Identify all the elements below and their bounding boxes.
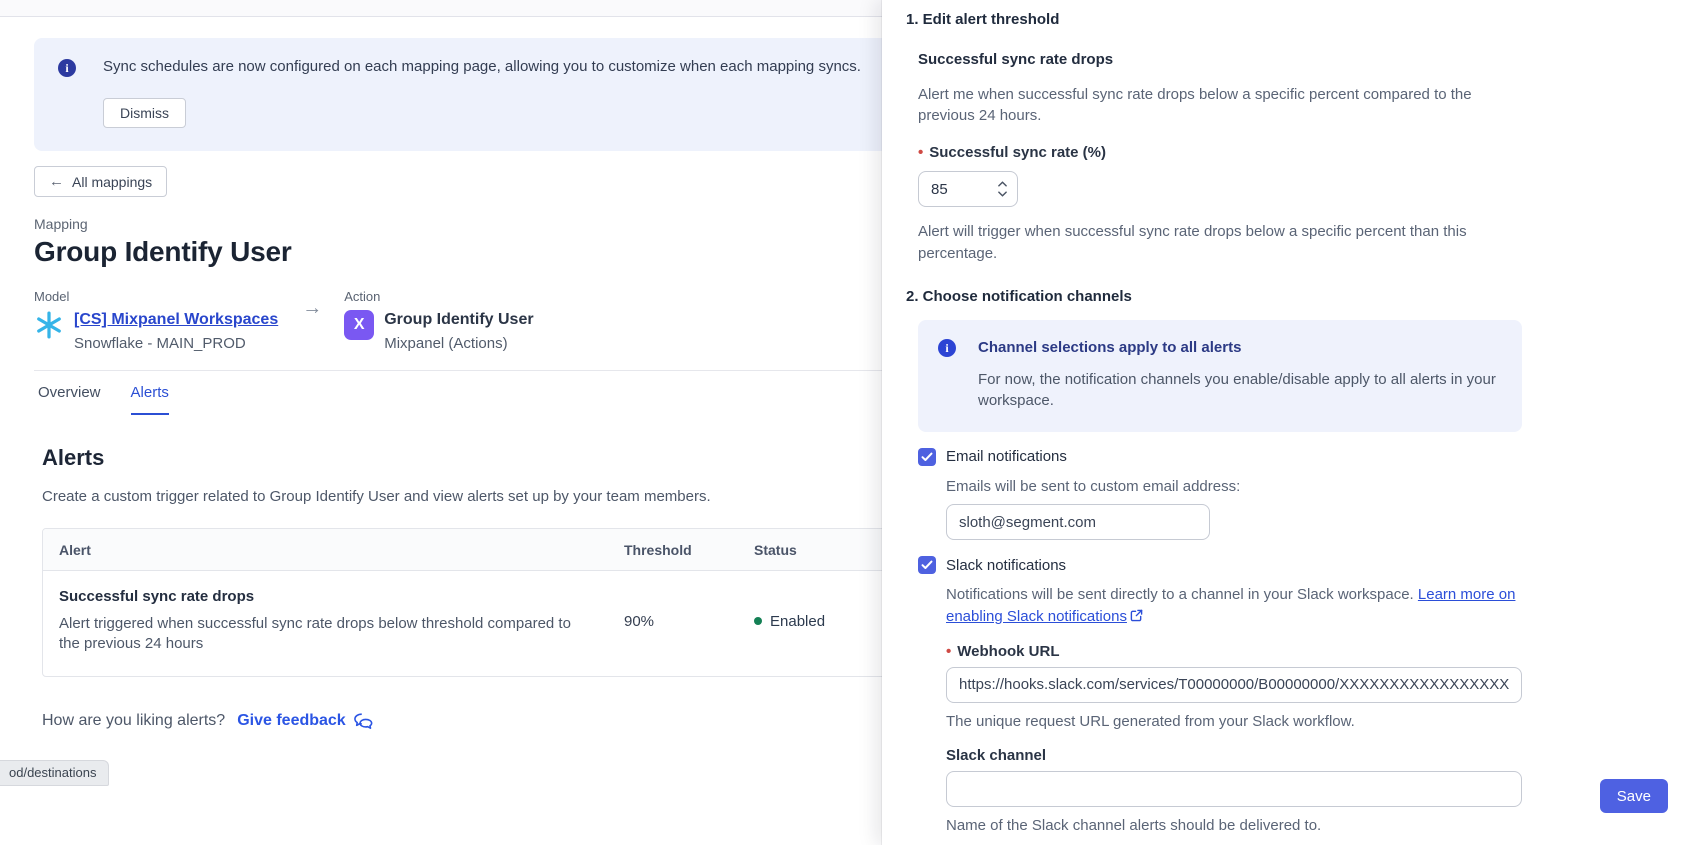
slack-channel-label: Slack channel: [946, 747, 1522, 764]
edit-alert-drawer: 1. Edit alert threshold Successful sync …: [882, 0, 1688, 845]
required-dot-icon: •: [946, 643, 951, 660]
email-notifications-label: Email notifications: [946, 448, 1067, 465]
info-icon: i: [938, 339, 956, 357]
alert-row-name: Successful sync rate drops: [59, 588, 592, 605]
info-box-body: For now, the notification channels you e…: [978, 369, 1502, 411]
stepper-down-button[interactable]: [998, 191, 1007, 197]
action-block: Action X Group Identify User Mixpanel (A…: [344, 289, 533, 352]
give-feedback-link[interactable]: Give feedback: [237, 712, 374, 730]
stepper-up-button[interactable]: [998, 181, 1007, 187]
section-1-heading: 1. Edit alert threshold: [906, 10, 1522, 29]
required-dot-icon: •: [918, 144, 923, 161]
email-help: Emails will be sent to custom email addr…: [946, 476, 1522, 498]
sync-rate-help: Alert will trigger when successful sync …: [918, 221, 1522, 265]
back-arrow-icon: ←: [49, 173, 64, 190]
email-address-input[interactable]: [946, 504, 1210, 540]
slack-notifications-checkbox-row[interactable]: Slack notifications: [918, 556, 1522, 574]
slack-channel-input[interactable]: [946, 771, 1522, 807]
checkbox-checked-icon[interactable]: [918, 556, 936, 574]
webhook-help: The unique request URL generated from yo…: [946, 711, 1522, 733]
action-label: Action: [344, 289, 533, 304]
action-subtitle: Mixpanel (Actions): [384, 335, 533, 352]
email-notifications-checkbox-row[interactable]: Email notifications: [918, 448, 1522, 466]
save-button[interactable]: Save: [1600, 779, 1668, 813]
arrow-right-icon: →: [302, 297, 322, 320]
drawer-alert-name: Successful sync rate drops: [918, 51, 1522, 68]
webhook-url-input[interactable]: [946, 667, 1522, 703]
sync-rate-input[interactable]: [931, 181, 983, 198]
channel-info-box: i Channel selections apply to all alerts…: [918, 320, 1522, 432]
slack-notifications-label: Slack notifications: [946, 557, 1066, 574]
banner-message: Sync schedules are now configured on eac…: [103, 57, 861, 77]
webhook-url-label: • Webhook URL: [946, 643, 1522, 660]
slack-channel-help: Name of the Slack channel alerts should …: [946, 815, 1522, 837]
alert-row-description: Alert triggered when successful sync rat…: [59, 614, 592, 655]
external-link-icon: [1130, 607, 1143, 629]
link-preview-tooltip: od/destinations: [0, 760, 109, 786]
model-subtitle: Snowflake - MAIN_PROD: [74, 335, 278, 352]
slack-help: Notifications will be sent directly to a…: [946, 584, 1522, 629]
status-badge: Enabled: [770, 613, 825, 630]
tab-alerts[interactable]: Alerts: [131, 384, 169, 415]
column-header-threshold: Threshold: [608, 529, 738, 570]
tab-overview[interactable]: Overview: [38, 384, 101, 415]
feedback-prompt: How are you liking alerts?: [42, 712, 225, 730]
all-mappings-button[interactable]: ← All mappings: [34, 166, 167, 197]
alert-row-threshold: 90%: [608, 596, 738, 651]
sync-rate-input-wrap: [918, 171, 1018, 207]
column-header-alert: Alert: [43, 529, 608, 570]
number-stepper: [998, 181, 1007, 197]
sync-rate-label: • Successful sync rate (%): [918, 144, 1522, 161]
info-box-title: Channel selections apply to all alerts: [978, 339, 1502, 356]
all-mappings-label: All mappings: [72, 174, 152, 190]
model-name-link[interactable]: [CS] Mixpanel Workspaces: [74, 311, 278, 328]
section-2-heading: 2. Choose notification channels: [906, 287, 1522, 306]
dismiss-button[interactable]: Dismiss: [103, 98, 186, 128]
action-name: Group Identify User: [384, 310, 533, 330]
give-feedback-label: Give feedback: [237, 712, 346, 730]
chat-bubbles-icon: [353, 712, 374, 730]
info-icon: i: [58, 59, 76, 77]
model-block: Model [CS] Mixpanel Workspaces Snowflake…: [34, 289, 278, 352]
snowflake-icon: [34, 310, 64, 340]
checkbox-checked-icon[interactable]: [918, 448, 936, 466]
status-dot-icon: [754, 617, 762, 625]
mixpanel-icon: X: [344, 310, 374, 340]
drawer-alert-description: Alert me when successful sync rate drops…: [918, 84, 1522, 126]
model-label: Model: [34, 289, 278, 304]
